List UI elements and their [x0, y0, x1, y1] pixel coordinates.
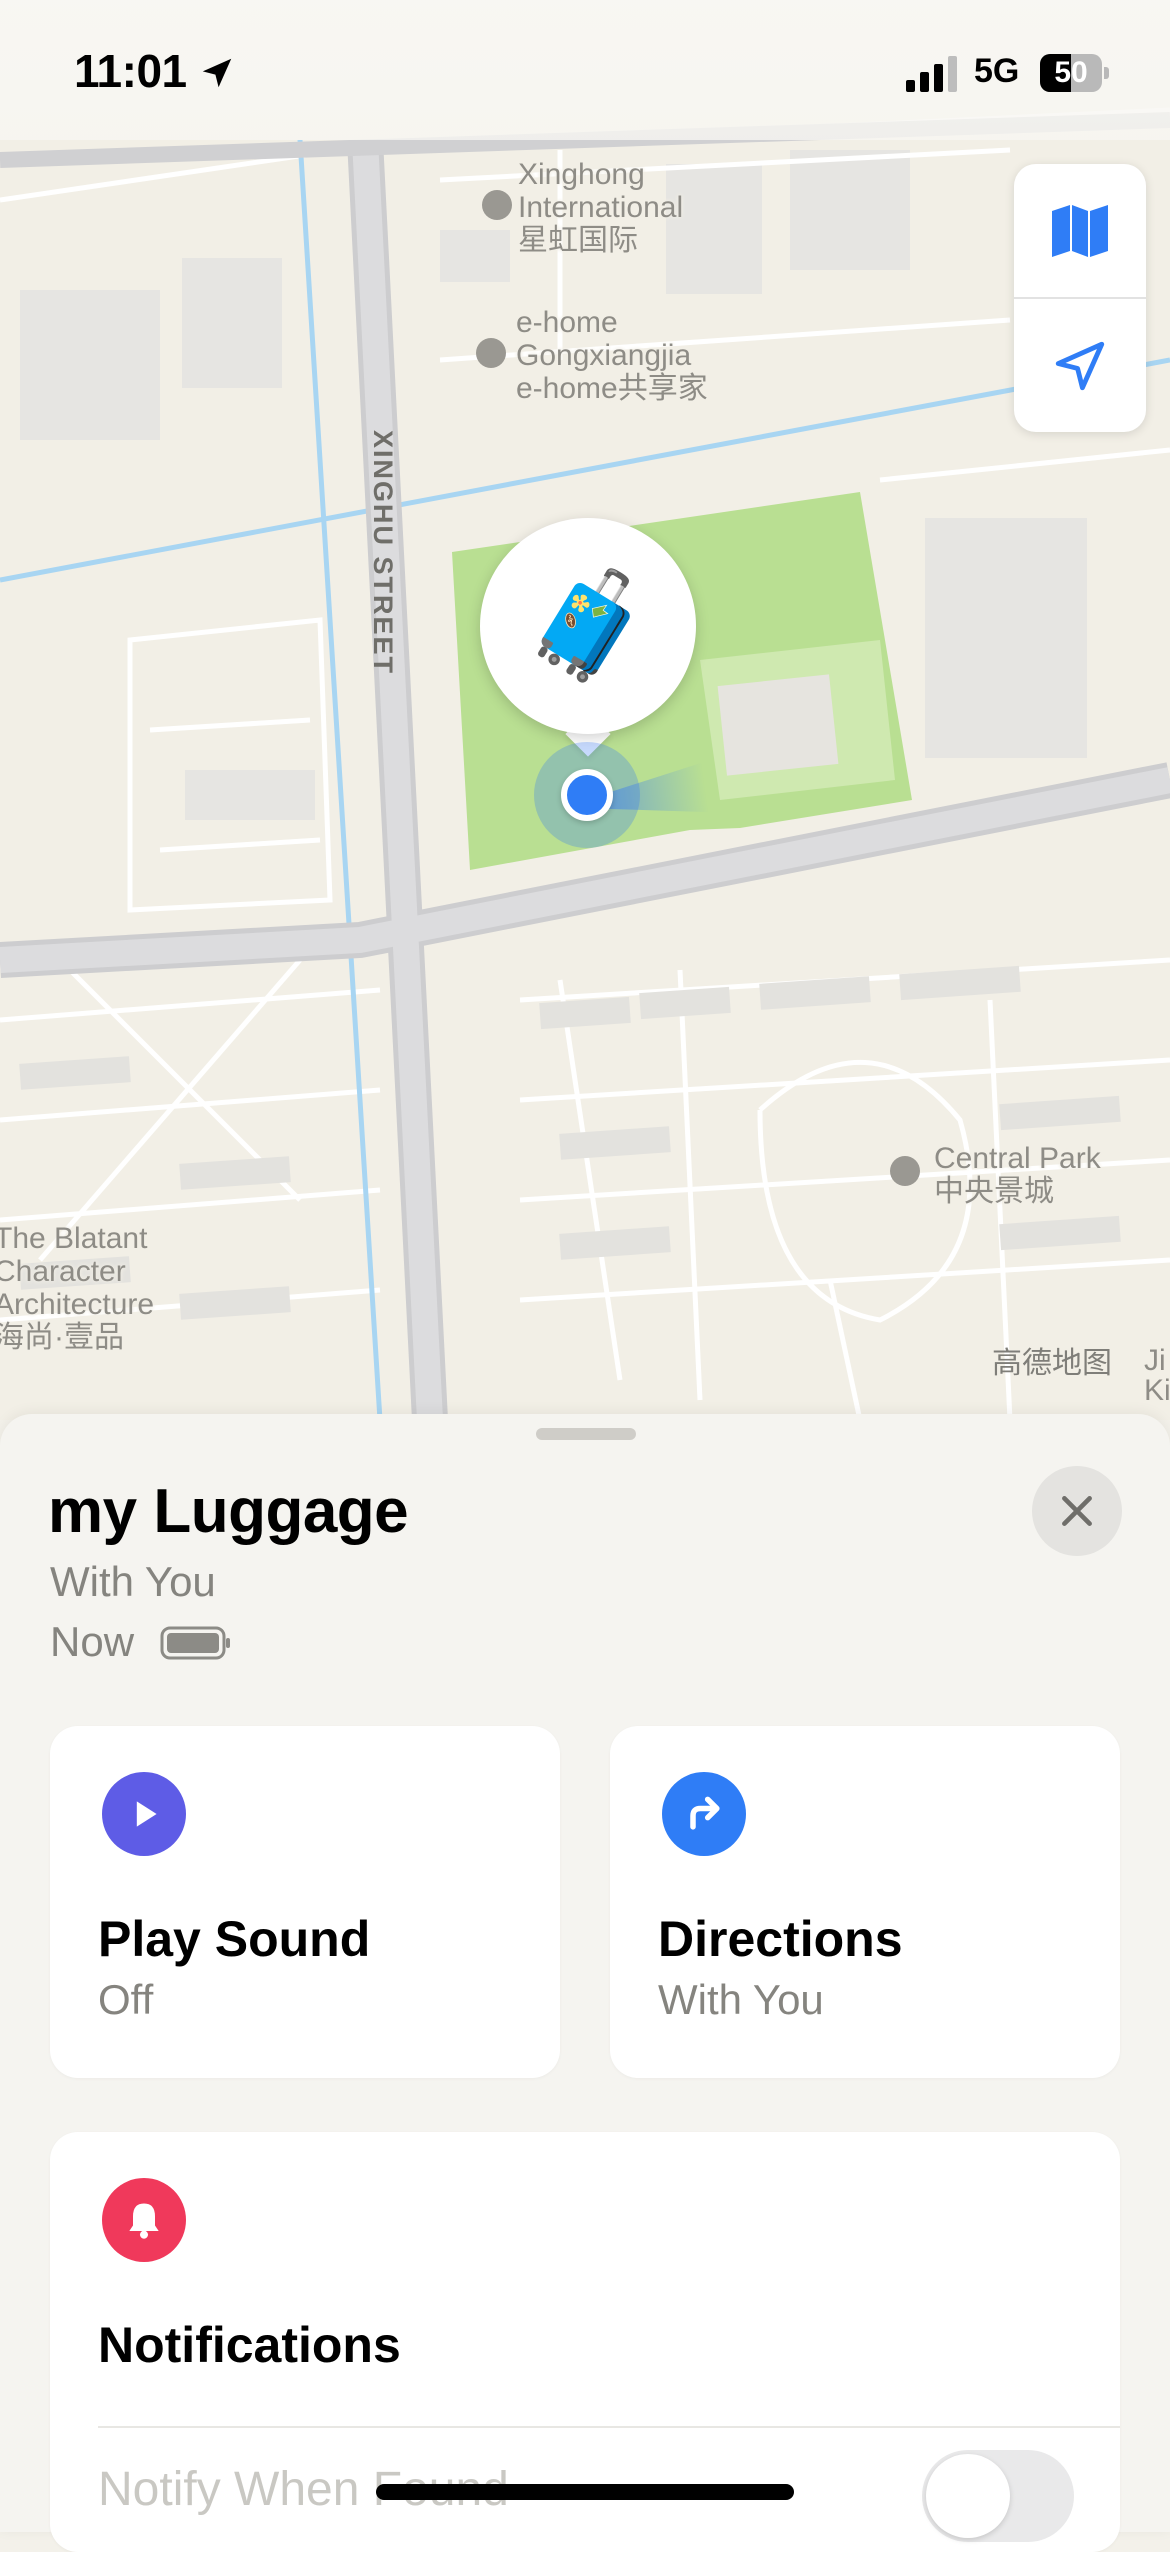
map-controls [1014, 164, 1146, 432]
map-icon [1052, 204, 1108, 257]
poi-xinghong-line3: 星虹国际 [518, 224, 638, 257]
sheet-grabber[interactable] [536, 1428, 636, 1440]
play-sound-title: Play Sound [98, 1911, 371, 1967]
status-time: 11:01 [74, 45, 187, 97]
toggle-knob [926, 2454, 1010, 2538]
battery-icon: 50 [1040, 54, 1110, 92]
close-icon [1062, 1496, 1092, 1526]
map-view[interactable]: Xinghong International 星虹国际 e-home Gongx… [0, 0, 1170, 1420]
poi-central-park-line1: Central Park [934, 1142, 1101, 1175]
edge-label-line1: Ji [1144, 1344, 1166, 1377]
edge-label-line2: Ki [1144, 1374, 1170, 1407]
poi-xinghong-line1: Xinghong [518, 158, 645, 191]
amap-logo: 高德地图 [992, 1347, 1112, 1380]
play-sound-card[interactable]: Play Sound Off [50, 1726, 560, 2078]
poi-blatant-line4: 海尚·壹品 [0, 1321, 124, 1354]
poi-ehome-line3: e-home共享家 [516, 372, 708, 405]
poi-ehome-line2: Gongxiangjia [516, 339, 692, 372]
play-icon [136, 1801, 157, 1827]
poi-blatant-line2: Character [0, 1255, 126, 1288]
play-sound-icon-circle [102, 1772, 186, 1856]
poi-ehome-icon[interactable] [476, 338, 506, 368]
poi-central-park-line2: 中央景城 [934, 1175, 1054, 1208]
item-status: With You [50, 1558, 216, 1605]
street-label-xinghu: XINGHU STREET [368, 430, 398, 676]
poi-central-park-label[interactable]: Central Park 中央景城 [934, 1142, 1101, 1208]
directions-card[interactable]: Directions With You [610, 1726, 1120, 2078]
map-mode-button[interactable] [1014, 164, 1146, 299]
location-services-icon [202, 58, 232, 88]
notifications-divider [98, 2426, 1120, 2428]
poi-blatant-label[interactable]: The Blatant Character Architecture 海尚·壹品 [0, 1222, 154, 1354]
notifications-icon-circle [102, 2178, 186, 2262]
user-location-dot[interactable] [561, 769, 613, 821]
battery-level: 50 [1054, 56, 1088, 89]
poi-central-park-icon[interactable] [890, 1156, 920, 1186]
poi-xinghong-line2: International [518, 191, 684, 224]
directions-arrow-icon [690, 1796, 720, 1830]
notify-when-found-toggle[interactable] [922, 2450, 1074, 2542]
item-last-seen: Now [50, 1618, 135, 1665]
edge-label: Ji Ki [1144, 1346, 1170, 1406]
directions-title: Directions [658, 1911, 903, 1967]
item-detail-sheet: my Luggage With You Now Play Sound Off D… [0, 1414, 1170, 2552]
poi-blatant-line1: The Blatant [0, 1222, 148, 1255]
poi-xinghong-label[interactable]: Xinghong International 星虹国际 [518, 158, 683, 257]
poi-xinghong-icon[interactable] [482, 190, 512, 220]
notifications-title: Notifications [98, 2317, 401, 2373]
luggage-pin[interactable]: 🧳 [480, 518, 696, 734]
poi-blatant-line3: Architecture [0, 1288, 155, 1321]
item-title: my Luggage [48, 1477, 409, 1546]
close-button[interactable] [1032, 1466, 1122, 1556]
status-bar: 11:01 5G 50 [0, 0, 1170, 140]
directions-status: With You [658, 1976, 824, 2023]
luggage-icon: 🧳 [523, 568, 653, 684]
home-indicator[interactable] [376, 2484, 794, 2500]
poi-ehome-line1: e-home [516, 306, 618, 339]
location-arrow-icon [1055, 341, 1105, 390]
item-battery-icon [160, 1626, 230, 1660]
directions-icon-circle [662, 1772, 746, 1856]
play-sound-status: Off [98, 1976, 154, 2023]
poi-ehome-label[interactable]: e-home Gongxiangjia e-home共享家 [516, 306, 708, 405]
track-location-button[interactable] [1014, 299, 1146, 432]
network-type: 5G [974, 52, 1020, 90]
bell-icon [129, 2203, 159, 2239]
cellular-signal-icon [906, 56, 957, 92]
